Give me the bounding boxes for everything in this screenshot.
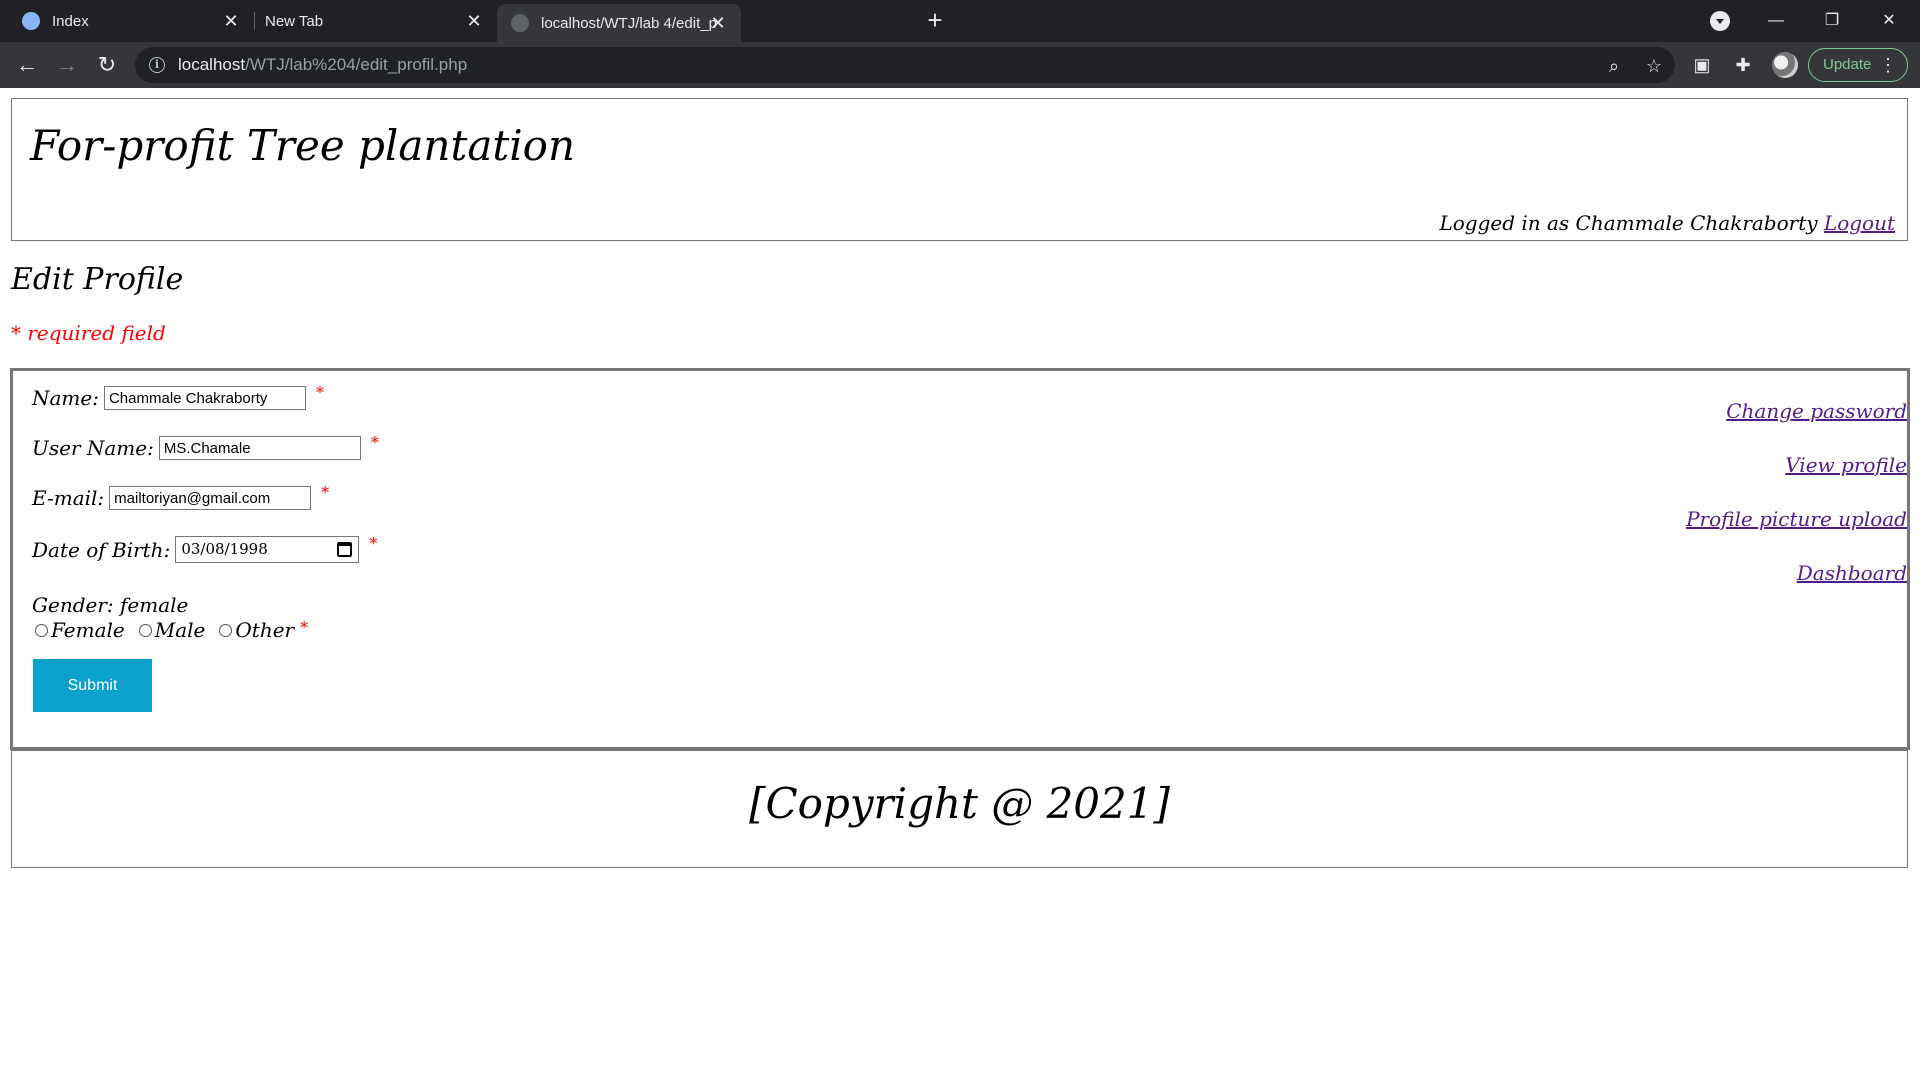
- required-star: *: [300, 617, 309, 637]
- required-star: *: [315, 382, 324, 402]
- close-tab-icon[interactable]: ✕: [709, 14, 727, 32]
- tab-search-icon[interactable]: [1710, 11, 1730, 31]
- gender-label-other: Other: [235, 618, 295, 642]
- tab-index[interactable]: Index ✕: [8, 0, 254, 42]
- login-status: Logged in as Chammale Chakraborty Logout: [1439, 211, 1895, 235]
- star-icon[interactable]: ☆: [1643, 55, 1665, 77]
- username-field[interactable]: [158, 436, 361, 460]
- extension-icon[interactable]: ▣: [1690, 53, 1714, 77]
- required-star: *: [370, 432, 379, 452]
- gender-current: Gender: female: [32, 593, 189, 617]
- gender-label-female: Female: [51, 618, 125, 642]
- dob-value: 03/08/1998: [181, 540, 268, 558]
- back-arrow-icon[interactable]: ←: [12, 50, 42, 80]
- calendar-icon[interactable]: [337, 542, 353, 557]
- new-tab-plus-icon[interactable]: +: [922, 7, 948, 34]
- browser-toolbar: ← → ↻ i localhost/WTJ/lab%204/edit_profi…: [0, 42, 1920, 88]
- update-label: Update: [1823, 56, 1872, 73]
- gender-radio-female[interactable]: [35, 623, 48, 637]
- close-tab-icon[interactable]: ✕: [465, 12, 483, 30]
- logged-in-text: Logged in as Chammale Chakraborty: [1439, 211, 1818, 235]
- required-star: *: [321, 482, 330, 502]
- gender-label-male: Male: [154, 618, 206, 642]
- profile-picture-upload-link[interactable]: Profile picture upload: [1686, 507, 1907, 531]
- info-icon[interactable]: i: [149, 57, 165, 73]
- update-button[interactable]: Update ⋮: [1808, 48, 1908, 82]
- site-title: For-profit Tree plantation: [30, 121, 576, 170]
- copyright-text: [Copyright @ 2021]: [749, 779, 1170, 828]
- tab-edit-profile[interactable]: localhost/WTJ/lab 4/edit_profil.php ✕: [497, 4, 741, 42]
- site-header: For-profit Tree plantation Logged in as …: [11, 98, 1908, 241]
- tab-title: New Tab: [265, 12, 324, 30]
- edit-profile-form: Name: * User Name: * E-mail: * Date of B…: [10, 368, 1910, 750]
- email-label: E-mail:: [32, 486, 105, 510]
- username-label: User Name:: [32, 436, 154, 460]
- view-profile-link[interactable]: View profile: [1785, 453, 1907, 477]
- required-star: *: [369, 534, 378, 553]
- zoom-icon[interactable]: ⌕: [1603, 55, 1625, 77]
- submit-button[interactable]: Submit: [33, 659, 152, 712]
- tab-title: localhost/WTJ/lab 4/edit_profil.php: [541, 14, 717, 32]
- address-url[interactable]: localhost/WTJ/lab%204/edit_profil.php: [178, 55, 467, 75]
- dob-row: Date of Birth: 03/08/1998 *: [32, 534, 378, 563]
- page-content: For-profit Tree plantation Logged in as …: [0, 88, 1920, 1080]
- globe-favicon-icon: [511, 14, 529, 32]
- avatar[interactable]: [1772, 52, 1798, 78]
- name-label: Name:: [32, 386, 99, 410]
- browser-tabstrip: Index ✕ New Tab ✕ localhost/WTJ/lab 4/ed…: [0, 0, 1920, 42]
- name-field[interactable]: [103, 386, 306, 410]
- name-row: Name: *: [32, 382, 324, 410]
- more-menu-icon[interactable]: ⋮: [1879, 49, 1897, 81]
- reload-icon[interactable]: ↻: [92, 50, 122, 80]
- forward-arrow-icon[interactable]: →: [52, 50, 82, 80]
- window-close-icon[interactable]: ✕: [1866, 4, 1912, 38]
- close-tab-icon[interactable]: ✕: [222, 12, 240, 30]
- username-row: User Name: *: [32, 432, 379, 460]
- restore-icon[interactable]: ❐: [1809, 4, 1855, 38]
- logout-link[interactable]: Logout: [1824, 211, 1895, 235]
- email-row: E-mail: *: [32, 482, 330, 510]
- address-bar[interactable]: i localhost/WTJ/lab%204/edit_profil.php …: [135, 47, 1675, 83]
- tab-new-tab[interactable]: New Tab ✕: [255, 0, 497, 42]
- tab-title: Index: [52, 12, 89, 30]
- date-of-birth-field[interactable]: 03/08/1998: [175, 536, 360, 563]
- required-note: * required field: [11, 321, 166, 345]
- page-title: Edit Profile: [11, 262, 184, 297]
- dob-label: Date of Birth:: [32, 537, 171, 562]
- shield-favicon-icon: [22, 12, 40, 30]
- email-field[interactable]: [109, 486, 312, 510]
- dashboard-link[interactable]: Dashboard: [1797, 561, 1907, 585]
- change-password-link[interactable]: Change password: [1726, 399, 1907, 423]
- gender-radio-group: Female Male Other *: [35, 618, 308, 642]
- gender-radio-other[interactable]: [219, 623, 233, 637]
- gender-radio-male[interactable]: [138, 623, 152, 637]
- minimize-icon[interactable]: —: [1753, 4, 1799, 38]
- puzzle-icon[interactable]: ✚: [1731, 53, 1755, 77]
- site-footer: [Copyright @ 2021]: [11, 750, 1908, 868]
